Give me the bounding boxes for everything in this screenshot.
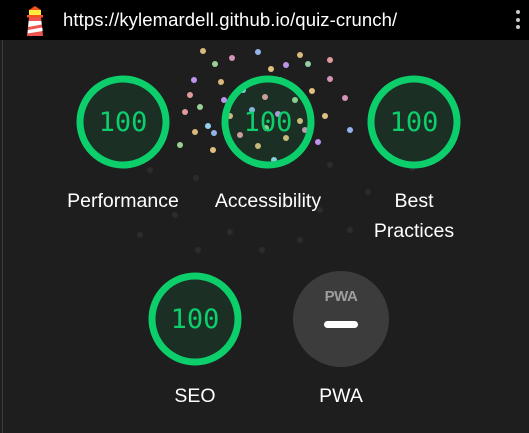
performance-score: 100 (98, 106, 148, 138)
pwa-badge[interactable]: PWA (293, 271, 389, 367)
kebab-menu-icon[interactable] (515, 10, 521, 32)
pwa-label[interactable]: PWA (291, 381, 391, 411)
left-divider (2, 40, 3, 433)
performance-label[interactable]: Performance (53, 186, 193, 216)
lighthouse-icon (27, 6, 43, 36)
page-url[interactable]: https://kylemardell.github.io/quiz-crunc… (63, 9, 397, 31)
seo-gauge[interactable]: 100 (148, 272, 242, 366)
accessibility-gauge[interactable]: 100 (221, 75, 315, 169)
seo-score: 100 (170, 303, 220, 335)
pwa-badge-text: PWA (324, 288, 358, 305)
accessibility-score: 100 (243, 106, 293, 138)
url-bar: https://kylemardell.github.io/quiz-crunc… (0, 0, 529, 40)
best-practices-score: 100 (389, 106, 439, 138)
seo-label[interactable]: SEO (145, 381, 245, 411)
accessibility-label[interactable]: Accessibility (193, 186, 343, 216)
best-practices-gauge[interactable]: 100 (367, 75, 461, 169)
dash-icon (324, 321, 358, 328)
best-practices-label[interactable]: Best Practices (364, 186, 464, 246)
performance-gauge[interactable]: 100 (76, 75, 170, 169)
